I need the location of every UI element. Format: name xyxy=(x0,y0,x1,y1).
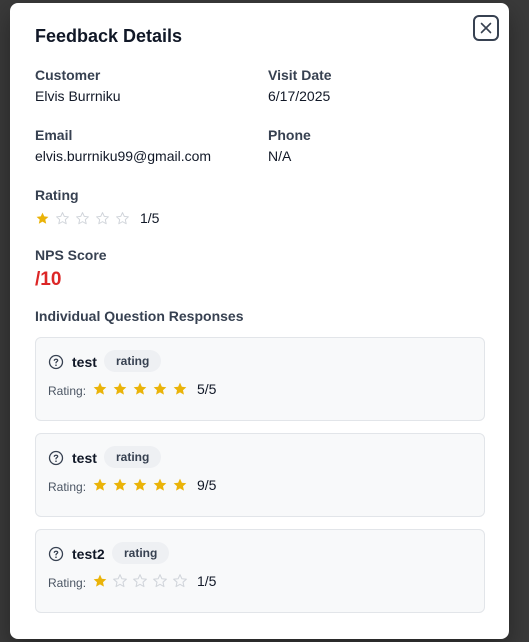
phone-label: Phone xyxy=(268,127,311,143)
rating-label: Rating xyxy=(35,187,79,203)
question-type-badge: rating xyxy=(104,446,162,468)
question-circle-icon xyxy=(48,450,64,466)
response-rating-value: 5/5 xyxy=(197,381,217,397)
star-filled-icon xyxy=(133,382,147,395)
response-rating-value: 9/5 xyxy=(197,477,217,493)
response-card: test rating Rating: 9/5 xyxy=(35,433,485,517)
question-type-badge: rating xyxy=(112,542,170,564)
star-empty-icon xyxy=(173,574,187,588)
nps-label: NPS Score xyxy=(35,247,107,263)
responses-title: Individual Question Responses xyxy=(35,308,244,324)
star-empty-icon xyxy=(56,211,69,224)
star-filled-icon xyxy=(93,382,107,395)
question-title: test xyxy=(72,354,97,370)
close-button[interactable] xyxy=(473,15,499,41)
question-circle-icon xyxy=(48,546,64,562)
star-filled-icon xyxy=(153,382,167,395)
response-stars: 9/5 xyxy=(92,477,216,493)
visit-date-label: Visit Date xyxy=(268,67,332,83)
rating-value: 1/5 xyxy=(140,210,160,226)
dialog-title: Feedback Details xyxy=(35,26,183,46)
star-empty-icon xyxy=(116,211,129,224)
response-stars: 5/5 xyxy=(92,381,216,397)
response-rating-value: 1/5 xyxy=(197,573,217,589)
star-filled-icon xyxy=(113,478,127,491)
response-stars: 1/5 xyxy=(92,573,216,589)
star-filled-icon xyxy=(93,574,107,587)
customer-value: Elvis Burrniku xyxy=(35,88,121,104)
star-filled-icon xyxy=(36,212,49,224)
nps-value: /10 xyxy=(35,269,62,290)
star-filled-icon xyxy=(133,478,147,491)
phone-value: N/A xyxy=(268,148,292,164)
response-card: test2 rating Rating: 1/5 xyxy=(35,529,485,613)
question-title: test xyxy=(72,450,97,466)
feedback-details-dialog: Feedback Details Customer Elvis Burrniku… xyxy=(10,3,509,639)
star-empty-icon xyxy=(113,574,127,588)
rating-stars: 1/5 xyxy=(35,210,159,226)
star-filled-icon xyxy=(173,478,187,491)
response-card: test rating Rating: 5/5 xyxy=(35,337,485,421)
star-empty-icon xyxy=(76,211,89,224)
question-title: test2 xyxy=(72,546,105,562)
email-label: Email xyxy=(35,127,73,143)
star-filled-icon xyxy=(153,478,167,491)
email-value: elvis.burrniku99@gmail.com xyxy=(35,148,212,164)
question-circle-icon xyxy=(48,354,64,370)
question-type-badge: rating xyxy=(104,350,162,372)
star-filled-icon xyxy=(173,382,187,395)
star-filled-icon xyxy=(113,382,127,395)
response-rating-label: Rating: xyxy=(48,480,87,494)
star-empty-icon xyxy=(153,574,167,588)
star-empty-icon xyxy=(96,211,109,224)
response-rating-label: Rating: xyxy=(48,576,87,590)
customer-label: Customer xyxy=(35,67,101,83)
star-filled-icon xyxy=(93,478,107,491)
visit-date-value: 6/17/2025 xyxy=(268,88,331,104)
close-icon xyxy=(480,22,492,34)
star-empty-icon xyxy=(133,574,147,588)
response-rating-label: Rating: xyxy=(48,384,87,398)
